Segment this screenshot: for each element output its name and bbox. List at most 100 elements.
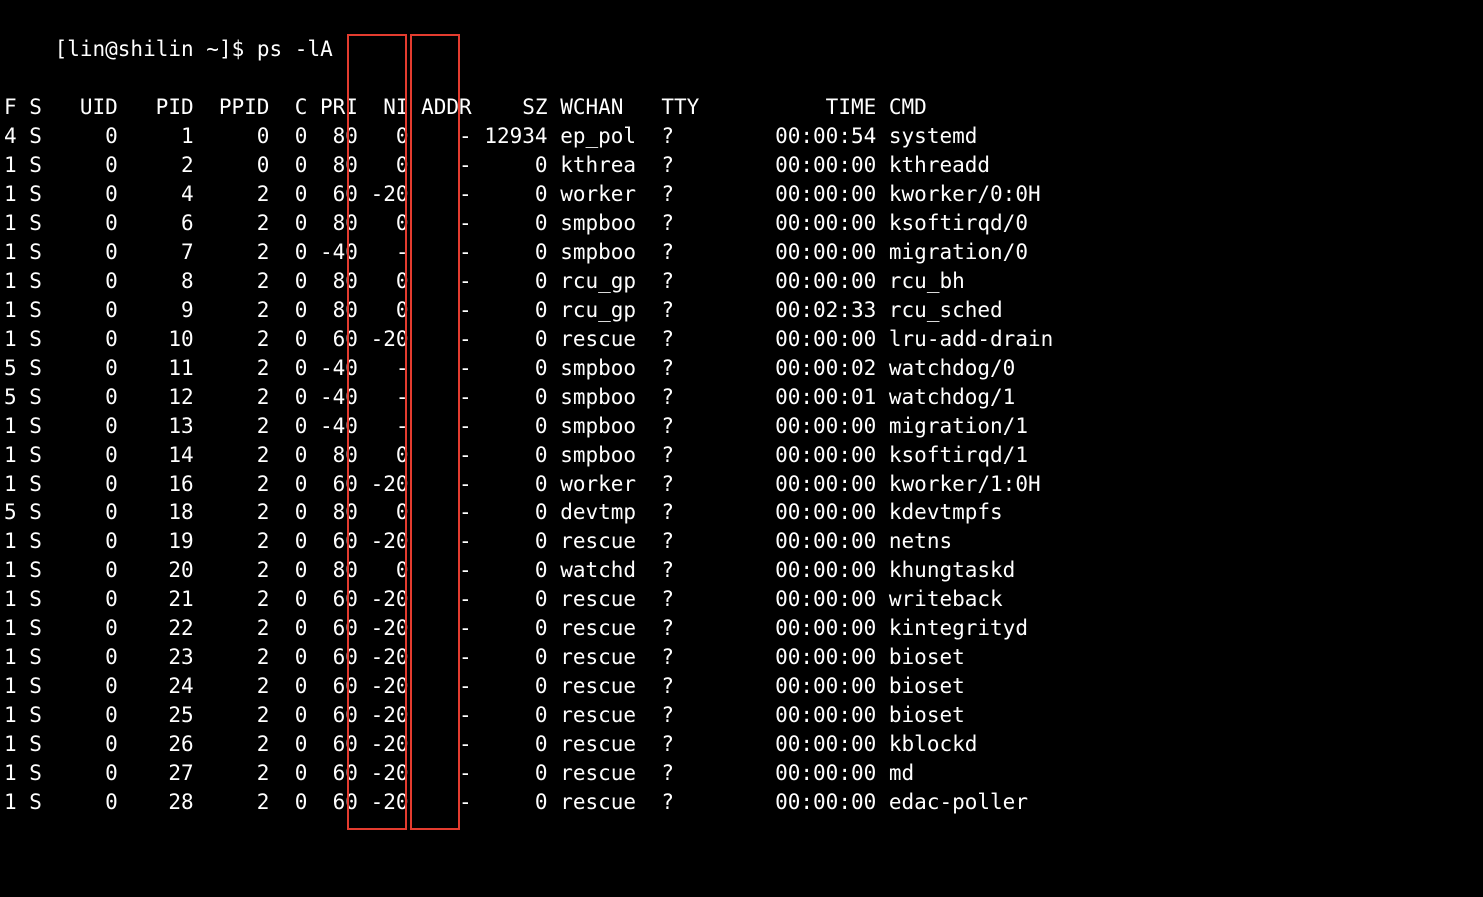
cell-wchan: smpboo (560, 441, 649, 470)
cell-ppid: 0 (194, 151, 270, 180)
cell-pri: 80 (307, 296, 358, 325)
cell-uid: 0 (42, 122, 118, 151)
process-row: 1 S0200800-0 kthrea ?00:00:00 kthreadd (4, 151, 1479, 180)
cell-wchan: rescue (560, 730, 649, 759)
cell-tty: ? (661, 556, 775, 585)
col-spacer (876, 238, 889, 267)
cell-s: S (29, 556, 42, 585)
process-row: 4 S0100800-12934 ep_pol ?00:00:54 system… (4, 122, 1479, 151)
cell-addr: - (409, 354, 472, 383)
cell-uid: 0 (42, 643, 118, 672)
col-spacer (876, 383, 889, 412)
cell-s: S (29, 325, 42, 354)
cell-wchan: rescue (560, 585, 649, 614)
cell-addr: - (409, 151, 472, 180)
cell-tty: ? (661, 267, 775, 296)
col-spacer (876, 209, 889, 238)
col-spacer (649, 556, 662, 585)
col-spacer (548, 614, 561, 643)
col-spacer (876, 122, 889, 151)
cell-addr: - (409, 267, 472, 296)
cell-pri: 80 (307, 151, 358, 180)
col-spacer (17, 441, 30, 470)
col-spacer (876, 498, 889, 527)
cell-s: S (29, 383, 42, 412)
cell-pri: 60 (307, 585, 358, 614)
cell-uid: 0 (42, 296, 118, 325)
cell-pid: 24 (118, 672, 194, 701)
cell-wchan: smpboo (560, 354, 649, 383)
col-spacer (17, 498, 30, 527)
cell-ppid: 2 (194, 238, 270, 267)
col-spacer (876, 267, 889, 296)
col-header-s: S (29, 93, 42, 122)
cell-time: 00:00:54 (775, 122, 876, 151)
col-header-wchan: WCHAN (560, 93, 649, 122)
cell-ppid: 2 (194, 354, 270, 383)
cell-ni: -20 (358, 325, 409, 354)
col-spacer (649, 238, 662, 267)
cell-cmd: kdevtmpfs (889, 498, 1003, 527)
cell-s: S (29, 498, 42, 527)
col-spacer (548, 527, 561, 556)
cell-ppid: 2 (194, 788, 270, 817)
col-spacer (17, 585, 30, 614)
cell-uid: 0 (42, 267, 118, 296)
cell-pri: 60 (307, 730, 358, 759)
cell-c: 0 (269, 151, 307, 180)
cell-sz: 0 (472, 470, 548, 499)
cell-uid: 0 (42, 441, 118, 470)
cell-f: 1 (4, 209, 17, 238)
cell-s: S (29, 209, 42, 238)
cell-uid: 0 (42, 556, 118, 585)
cell-cmd: systemd (889, 122, 978, 151)
cell-s: S (29, 585, 42, 614)
cell-pri: -40 (307, 412, 358, 441)
cell-sz: 0 (472, 730, 548, 759)
cell-f: 5 (4, 383, 17, 412)
cell-sz: 0 (472, 238, 548, 267)
cell-uid: 0 (42, 730, 118, 759)
col-spacer (17, 412, 30, 441)
cell-ni: -20 (358, 788, 409, 817)
cell-s: S (29, 151, 42, 180)
cell-wchan: worker (560, 470, 649, 499)
cell-sz: 0 (472, 209, 548, 238)
cell-uid: 0 (42, 412, 118, 441)
typed-command: ps -lA (257, 37, 333, 61)
col-spacer (548, 93, 561, 122)
cell-uid: 0 (42, 759, 118, 788)
col-spacer (649, 441, 662, 470)
cell-c: 0 (269, 122, 307, 151)
cell-sz: 0 (472, 643, 548, 672)
cell-f: 5 (4, 498, 17, 527)
cell-addr: - (409, 383, 472, 412)
cell-f: 1 (4, 643, 17, 672)
cell-ppid: 2 (194, 759, 270, 788)
cell-ppid: 2 (194, 441, 270, 470)
col-spacer (649, 151, 662, 180)
col-spacer (17, 151, 30, 180)
col-spacer (548, 238, 561, 267)
col-spacer (876, 527, 889, 556)
cell-s: S (29, 643, 42, 672)
terminal-output[interactable]: [lin@shilin ~]$ ps -lA F SUIDPIDPPIDCPRI… (0, 0, 1483, 817)
process-row: 1 S0212060-20-0 rescue ?00:00:00 writeba… (4, 585, 1479, 614)
cell-wchan: smpboo (560, 383, 649, 412)
col-spacer (548, 267, 561, 296)
cell-tty: ? (661, 122, 775, 151)
cell-ni: -20 (358, 643, 409, 672)
cell-s: S (29, 614, 42, 643)
ps-process-list: 4 S0100800-12934 ep_pol ?00:00:54 system… (4, 122, 1479, 817)
cell-s: S (29, 730, 42, 759)
cell-f: 5 (4, 354, 17, 383)
cell-ni: -20 (358, 180, 409, 209)
col-spacer (17, 209, 30, 238)
cell-sz: 0 (472, 585, 548, 614)
cell-cmd: kworker/1:0H (889, 470, 1041, 499)
col-spacer (649, 325, 662, 354)
col-spacer (17, 383, 30, 412)
process-row: 1 S0252060-20-0 rescue ?00:00:00 bioset (4, 701, 1479, 730)
col-spacer (548, 643, 561, 672)
cell-ppid: 2 (194, 180, 270, 209)
